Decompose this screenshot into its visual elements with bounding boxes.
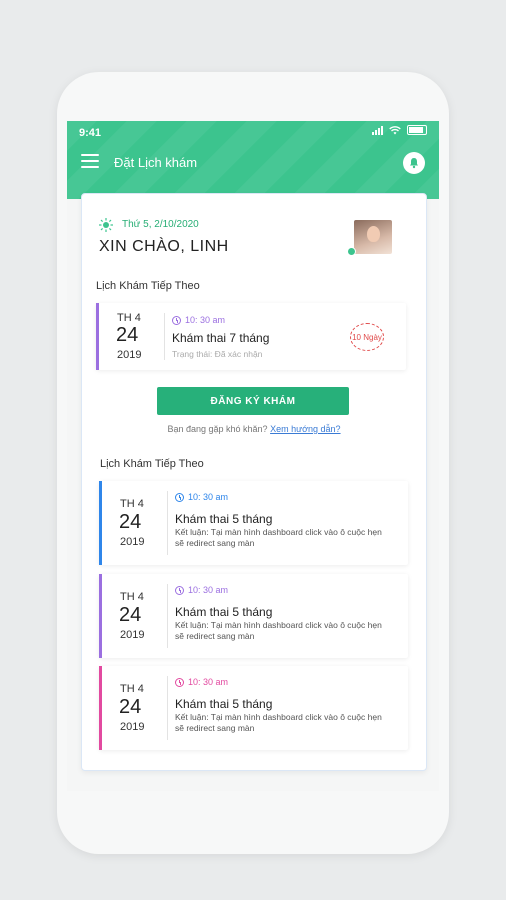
appt-title: Khám thai 5 tháng xyxy=(175,512,273,526)
countdown-badge: 10 Ngày xyxy=(350,323,384,351)
battery-icon xyxy=(407,125,427,135)
accent-bar xyxy=(96,303,99,370)
main-card: Thứ 5, 2/10/2020 XIN CHÀO, LINH Lịch Khá… xyxy=(81,193,427,771)
accent-bar xyxy=(99,481,102,565)
clock-icon xyxy=(175,585,184,595)
clock-icon xyxy=(175,492,184,502)
appt-year: 2019 xyxy=(120,629,145,641)
status-time: 9:41 xyxy=(79,127,102,139)
appt-time: 10: 30 am xyxy=(188,492,229,502)
help-question: Bạn đang gặp khó khăn? xyxy=(167,424,268,434)
divider xyxy=(164,313,165,360)
current-date: Thứ 5, 2/10/2020 xyxy=(122,219,199,230)
clock-icon xyxy=(172,315,181,325)
accent-bar xyxy=(99,666,102,750)
appt-weekday: TH 4 xyxy=(117,312,141,324)
next-appointment-card[interactable]: TH 4 24 2019 10: 30 am Khám thai 7 tháng… xyxy=(96,303,406,370)
appt-title: Khám thai 5 tháng xyxy=(175,605,273,619)
appt-day: 24 xyxy=(119,511,142,533)
divider xyxy=(167,676,168,740)
appt-time-row: 10: 30 am xyxy=(175,585,228,595)
appt-year: 2019 xyxy=(117,349,142,361)
appt-time-row: 10: 30 am xyxy=(175,677,228,687)
appt-weekday: TH 4 xyxy=(120,683,144,695)
appt-day: 24 xyxy=(119,696,142,718)
app-header: 9:41 Đặt Lịch khám xyxy=(67,121,439,199)
divider xyxy=(167,584,168,648)
status-icons xyxy=(372,125,427,135)
avatar[interactable] xyxy=(354,220,392,254)
appt-weekday: TH 4 xyxy=(120,498,144,510)
bell-icon[interactable] xyxy=(403,152,425,174)
appt-description: Kết luận: Tại màn hình dashboard click v… xyxy=(175,712,382,733)
appt-year: 2019 xyxy=(120,721,145,733)
appt-time: 10: 30 am xyxy=(188,585,229,595)
online-status-dot xyxy=(347,247,356,256)
next-appointment-heading: Lịch Khám Tiếp Theo xyxy=(96,280,200,292)
list-item[interactable]: TH 4 24 2019 10: 30 am Khám thai 5 tháng… xyxy=(99,481,408,565)
help-link[interactable]: Xem hướng dẫn? xyxy=(270,424,340,434)
sun-icon xyxy=(99,218,113,232)
accent-bar xyxy=(99,574,102,658)
page-title: Đặt Lịch khám xyxy=(114,155,198,170)
appt-description: Kết luận: Tại màn hình dashboard click v… xyxy=(175,620,382,641)
appt-time-row: 10: 30 am xyxy=(172,315,225,325)
appt-title: Khám thai 7 tháng xyxy=(172,331,270,345)
appt-time-row: 10: 30 am xyxy=(175,492,228,502)
wifi-icon xyxy=(389,125,401,134)
appointment-list-heading: Lịch Khám Tiếp Theo xyxy=(100,458,204,470)
appt-description: Kết luận: Tại màn hình dashboard click v… xyxy=(175,527,382,548)
signal-icon xyxy=(372,125,383,135)
appt-day: 24 xyxy=(119,604,142,626)
appt-time: 10: 30 am xyxy=(185,315,226,325)
register-button[interactable]: ĐĂNG KÝ KHÁM xyxy=(157,387,349,415)
clock-icon xyxy=(175,677,184,687)
appt-time: 10: 30 am xyxy=(188,677,229,687)
appt-day: 24 xyxy=(116,324,139,346)
help-text: Bạn đang gặp khó khăn? Xem hướng dẫn? xyxy=(82,424,426,434)
list-item[interactable]: TH 4 24 2019 10: 30 am Khám thai 5 tháng… xyxy=(99,574,408,658)
appt-title: Khám thai 5 tháng xyxy=(175,697,273,711)
appt-year: 2019 xyxy=(120,536,145,548)
hamburger-icon[interactable] xyxy=(81,154,99,168)
divider xyxy=(167,491,168,555)
appt-status: Trạng thái: Đã xác nhận xyxy=(172,349,263,359)
greeting: XIN CHÀO, LINH xyxy=(99,238,229,255)
appt-weekday: TH 4 xyxy=(120,591,144,603)
list-item[interactable]: TH 4 24 2019 10: 30 am Khám thai 5 tháng… xyxy=(99,666,408,750)
